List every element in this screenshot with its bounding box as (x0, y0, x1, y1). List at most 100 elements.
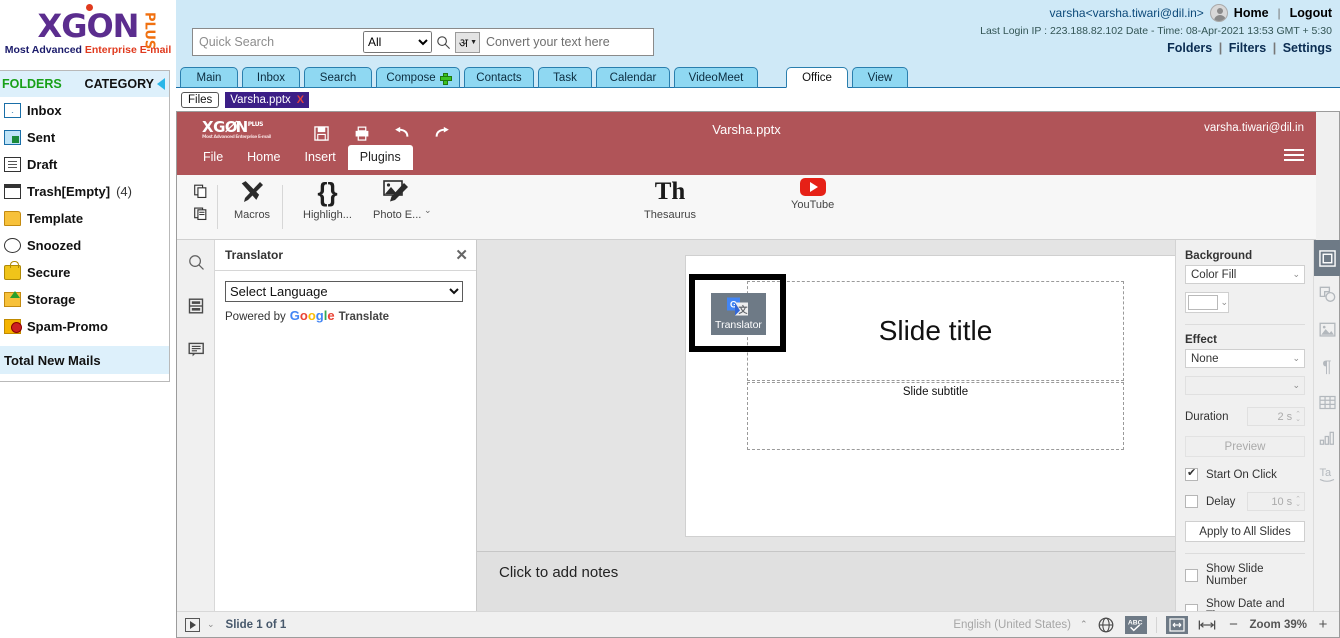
search-icon[interactable] (432, 29, 455, 55)
language-convert-button[interactable]: अ ▼ (454, 32, 480, 53)
account-row-user: varsha<varsha.tiwari@dil.in> Home | Logo… (980, 4, 1332, 22)
category-header-label[interactable]: CATEGORY (85, 77, 154, 91)
paragraph-settings-icon[interactable]: ¶ (1314, 348, 1340, 384)
home-link[interactable]: Home (1234, 6, 1269, 20)
effect-select[interactable]: None ⌄ (1185, 349, 1305, 368)
sidebar-item-secure[interactable]: Secure (0, 259, 169, 286)
macros-button[interactable]: Macros (234, 178, 270, 221)
logout-link[interactable]: Logout (1290, 6, 1332, 20)
sidebar-item-label: Spam-Promo (27, 319, 108, 334)
delay-stepper[interactable]: 10 s ⌃ ⌄ (1247, 492, 1305, 511)
tab-calendar[interactable]: Calendar (596, 67, 670, 88)
shape-settings-icon[interactable] (1314, 276, 1340, 312)
close-icon[interactable]: X (297, 94, 304, 106)
folders-link[interactable]: Folders (1167, 41, 1212, 55)
filters-link[interactable]: Filters (1229, 41, 1267, 55)
notes-pane[interactable]: Click to add notes (477, 551, 1175, 611)
chevron-up-icon[interactable]: ⌃ (1080, 619, 1088, 630)
editor-right-rail: ¶ Ta (1313, 240, 1340, 611)
document-language[interactable]: English (United States) (953, 619, 1071, 631)
notes-placeholder: Click to add notes (499, 564, 619, 581)
delay-row[interactable]: Delay 10 s ⌃ ⌄ (1185, 492, 1305, 511)
convert-text-input[interactable] (480, 29, 653, 55)
comment-icon[interactable] (177, 328, 215, 372)
slide-title-placeholder[interactable]: Slide title (747, 281, 1124, 381)
total-new-mails[interactable]: Total New Mails (0, 346, 169, 374)
slide-subtitle-placeholder[interactable]: Slide subtitle (747, 382, 1124, 450)
tab-videomeet[interactable]: VideoMeet (674, 67, 758, 88)
start-slideshow-icon[interactable] (185, 617, 200, 632)
sidebar-item-inbox[interactable]: Inbox (0, 97, 169, 124)
language-select[interactable]: Select Language (225, 281, 463, 302)
search-input[interactable] (193, 29, 361, 55)
sidebar-item-sent[interactable]: Sent (0, 124, 169, 151)
image-settings-icon[interactable] (1314, 312, 1340, 348)
copy-icon[interactable] (191, 180, 211, 202)
sidebar-item-template[interactable]: Template (0, 205, 169, 232)
preview-button[interactable]: Preview (1185, 436, 1305, 457)
spellcheck-icon[interactable]: ABC (1125, 615, 1148, 634)
settings-link[interactable]: Settings (1283, 41, 1332, 55)
search-scope-select[interactable]: All (363, 31, 432, 53)
tab-view[interactable]: View (852, 67, 908, 88)
sidebar-item-trash[interactable]: Trash[Empty] (4) (0, 178, 169, 205)
slide-canvas-area[interactable]: Slide title Slide subtitle (477, 240, 1175, 551)
hamburger-menu-icon[interactable] (1284, 148, 1304, 162)
slide-settings-icon[interactable] (1314, 240, 1340, 276)
slides-icon[interactable] (177, 284, 215, 328)
fit-to-slide-icon[interactable] (1166, 615, 1189, 634)
menu-tab-home[interactable]: Home (235, 145, 292, 170)
set-language-icon[interactable] (1096, 616, 1116, 634)
tab-search[interactable]: Search (304, 67, 372, 88)
tab-contacts[interactable]: Contacts (464, 67, 534, 88)
tab-inbox[interactable]: Inbox (242, 67, 300, 88)
paste-icon[interactable] (191, 202, 211, 224)
table-settings-icon[interactable] (1314, 384, 1340, 420)
show-slide-number-row[interactable]: Show Slide Number (1185, 563, 1305, 587)
zoom-in-button[interactable]: + (1316, 616, 1330, 633)
status-right-group: English (United States) ⌃ ABC − Zoom 39%… (953, 615, 1339, 634)
tab-label: Main (196, 71, 222, 84)
translator-button[interactable]: G 文 Translator (711, 293, 766, 335)
youtube-button[interactable]: YouTube (611, 178, 834, 211)
tab-label: VideoMeet (688, 71, 744, 84)
sidebar-item-draft[interactable]: Draft (0, 151, 169, 178)
start-on-click-row[interactable]: Start On Click (1185, 466, 1305, 481)
close-icon[interactable]: ✕ (455, 246, 468, 264)
text-art-settings-icon[interactable]: Ta (1314, 456, 1340, 492)
effect-variant-select[interactable]: ⌄ (1185, 376, 1305, 395)
show-slide-number-checkbox[interactable] (1185, 568, 1198, 582)
files-button[interactable]: Files (181, 91, 220, 108)
menu-tab-file[interactable]: File (191, 145, 235, 170)
translator-panel: Translator ✕ Select Language Powered by … (215, 240, 477, 611)
background-fill-select[interactable]: Color Fill ⌄ (1185, 265, 1305, 284)
tab-compose[interactable]: Compose (376, 67, 460, 88)
open-file-tab[interactable]: Varsha.pptx X (225, 91, 310, 108)
duration-stepper[interactable]: 2 s ⌃ ⌄ (1247, 407, 1305, 426)
background-color-picker[interactable]: ⌄ (1185, 292, 1229, 313)
editor-menu-tabs: File Home Insert Plugins (191, 145, 413, 170)
sidebar-item-spam-promo[interactable]: Spam-Promo (0, 313, 169, 340)
menu-tab-insert[interactable]: Insert (293, 145, 348, 170)
start-on-click-checkbox[interactable] (1185, 466, 1198, 481)
chevron-down-icon[interactable]: ⌄ (424, 205, 432, 216)
menu-tab-plugins[interactable]: Plugins (347, 145, 413, 170)
sidebar-item-snoozed[interactable]: Snoozed (0, 232, 169, 259)
fit-to-width-icon[interactable] (1197, 616, 1217, 634)
delay-checkbox[interactable] (1185, 495, 1198, 508)
tab-main[interactable]: Main (180, 67, 238, 88)
chevron-down-icon[interactable]: ⌄ (207, 619, 215, 630)
sidebar-item-storage[interactable]: Storage (0, 286, 169, 313)
search-icon[interactable] (177, 240, 215, 284)
powered-by-google: Powered by Google Translate (225, 308, 466, 323)
highlight-code-button[interactable]: {} Highligh... (303, 178, 352, 221)
collapse-arrow-icon[interactable] (157, 78, 165, 90)
tab-label: Task (553, 71, 577, 84)
apply-to-all-slides-button[interactable]: Apply to All Slides (1185, 521, 1305, 542)
tab-office[interactable]: Office (786, 67, 848, 88)
tab-task[interactable]: Task (538, 67, 592, 88)
photo-editor-button[interactable]: Photo E... (373, 178, 421, 221)
chart-settings-icon[interactable] (1314, 420, 1340, 456)
show-slide-number-label: Show Slide Number (1206, 563, 1264, 587)
zoom-out-button[interactable]: − (1226, 616, 1240, 633)
